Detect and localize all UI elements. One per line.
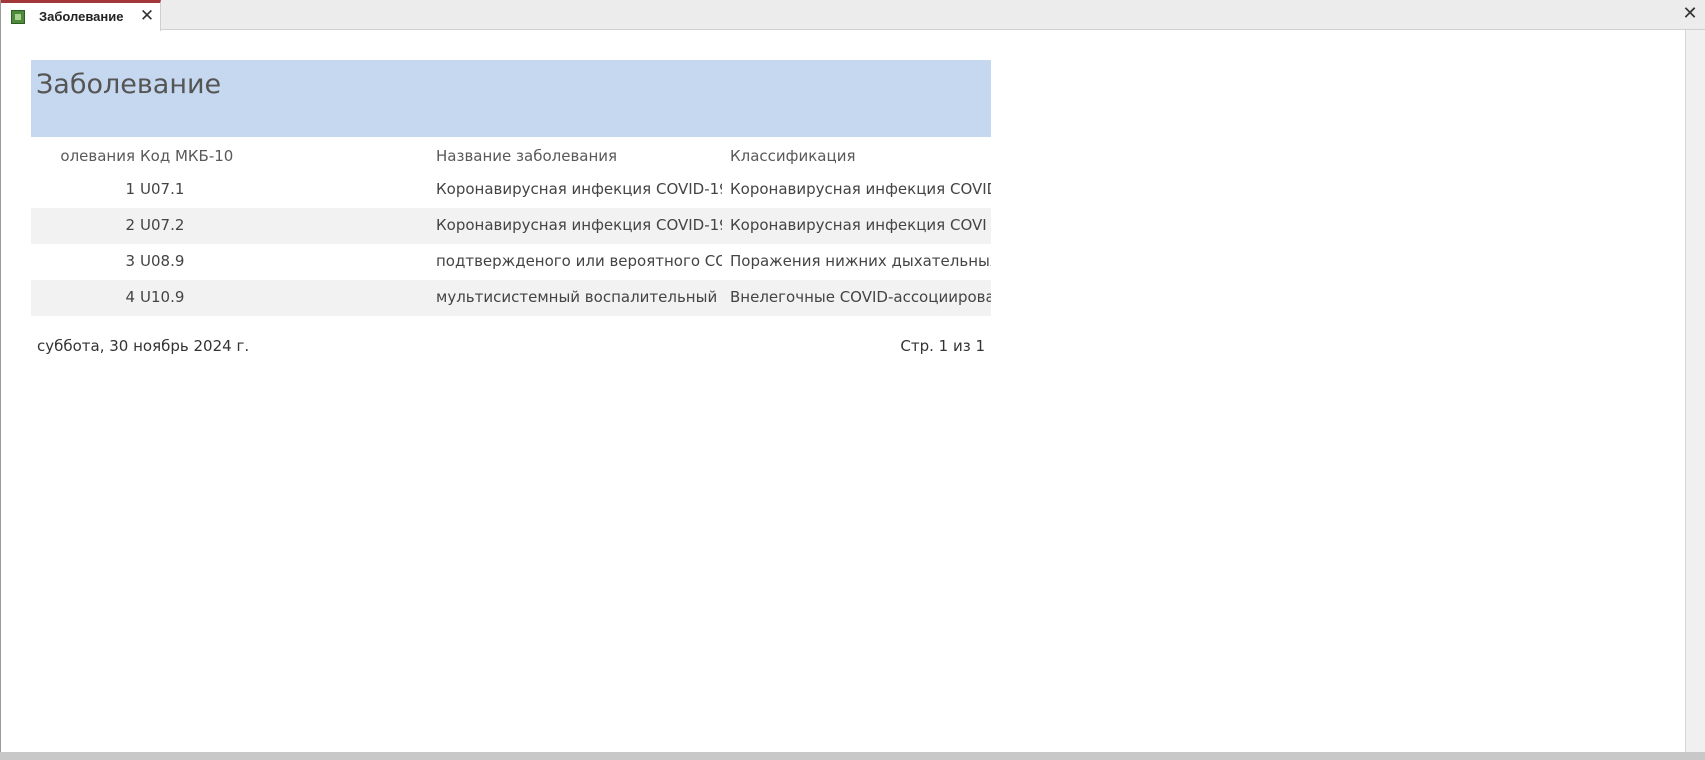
tab-zabolevanie[interactable]: Заболевание ✕: [1, 0, 161, 31]
column-header-code: Код МКБ-10: [140, 147, 234, 165]
row-classification: Внелегочные COVID-ассоциирова: [730, 288, 991, 306]
row-code: U08.9: [140, 252, 185, 270]
close-icon[interactable]: ✕: [138, 7, 156, 25]
table-row: 2 U07.2 Коронавирусная инфекция COVID-19…: [31, 208, 991, 244]
row-id: 4: [125, 288, 135, 306]
page-number: Стр. 1 из 1: [900, 337, 985, 355]
column-header-name: Название заболевания: [436, 147, 618, 165]
tab-title: Заболевание: [39, 9, 124, 24]
column-header-id: олевания: [60, 147, 135, 165]
row-classification: Поражения нижних дыхательных: [730, 252, 991, 270]
report-icon: [11, 10, 25, 24]
horizontal-scrollbar[interactable]: [0, 752, 1705, 760]
table-row: 3 U08.9 подтвержденого или вероятного CO…: [31, 244, 991, 280]
report-header: Заболевание: [31, 60, 991, 137]
table-row: 1 U07.1 Коронавирусная инфекция COVID-19…: [31, 172, 991, 208]
row-code: U07.1: [140, 180, 185, 198]
row-name: Коронавирусная инфекция COVID-19: [436, 180, 722, 198]
row-id: 2: [125, 216, 135, 234]
row-code: U10.9: [140, 288, 185, 306]
window-border: [0, 0, 1, 760]
report-date: суббота, 30 ноябрь 2024 г.: [37, 337, 250, 355]
row-code: U07.2: [140, 216, 185, 234]
close-document-button[interactable]: ✕: [1680, 4, 1700, 24]
row-classification: Коронавирусная инфекция COVI: [730, 216, 987, 234]
row-classification: Коронавирусная инфекция COVID: [730, 180, 991, 198]
row-name: мультисистемный воспалительный си: [436, 288, 722, 306]
row-id: 3: [125, 252, 135, 270]
column-header-row: олевания Код МКБ-10 Название заболевания…: [31, 142, 991, 172]
vertical-scrollbar[interactable]: [1685, 30, 1705, 752]
row-id: 1: [125, 180, 135, 198]
row-name: подтвержденого или вероятного COV: [436, 252, 722, 270]
report-title: Заболевание: [36, 69, 222, 100]
column-header-classification: Классификация: [730, 147, 856, 165]
row-name: Коронавирусная инфекция COVID-19: [436, 216, 722, 234]
document-tab-bar: Заболевание ✕ ✕: [0, 0, 1705, 31]
table-row: 4 U10.9 мультисистемный воспалительный с…: [31, 280, 991, 316]
